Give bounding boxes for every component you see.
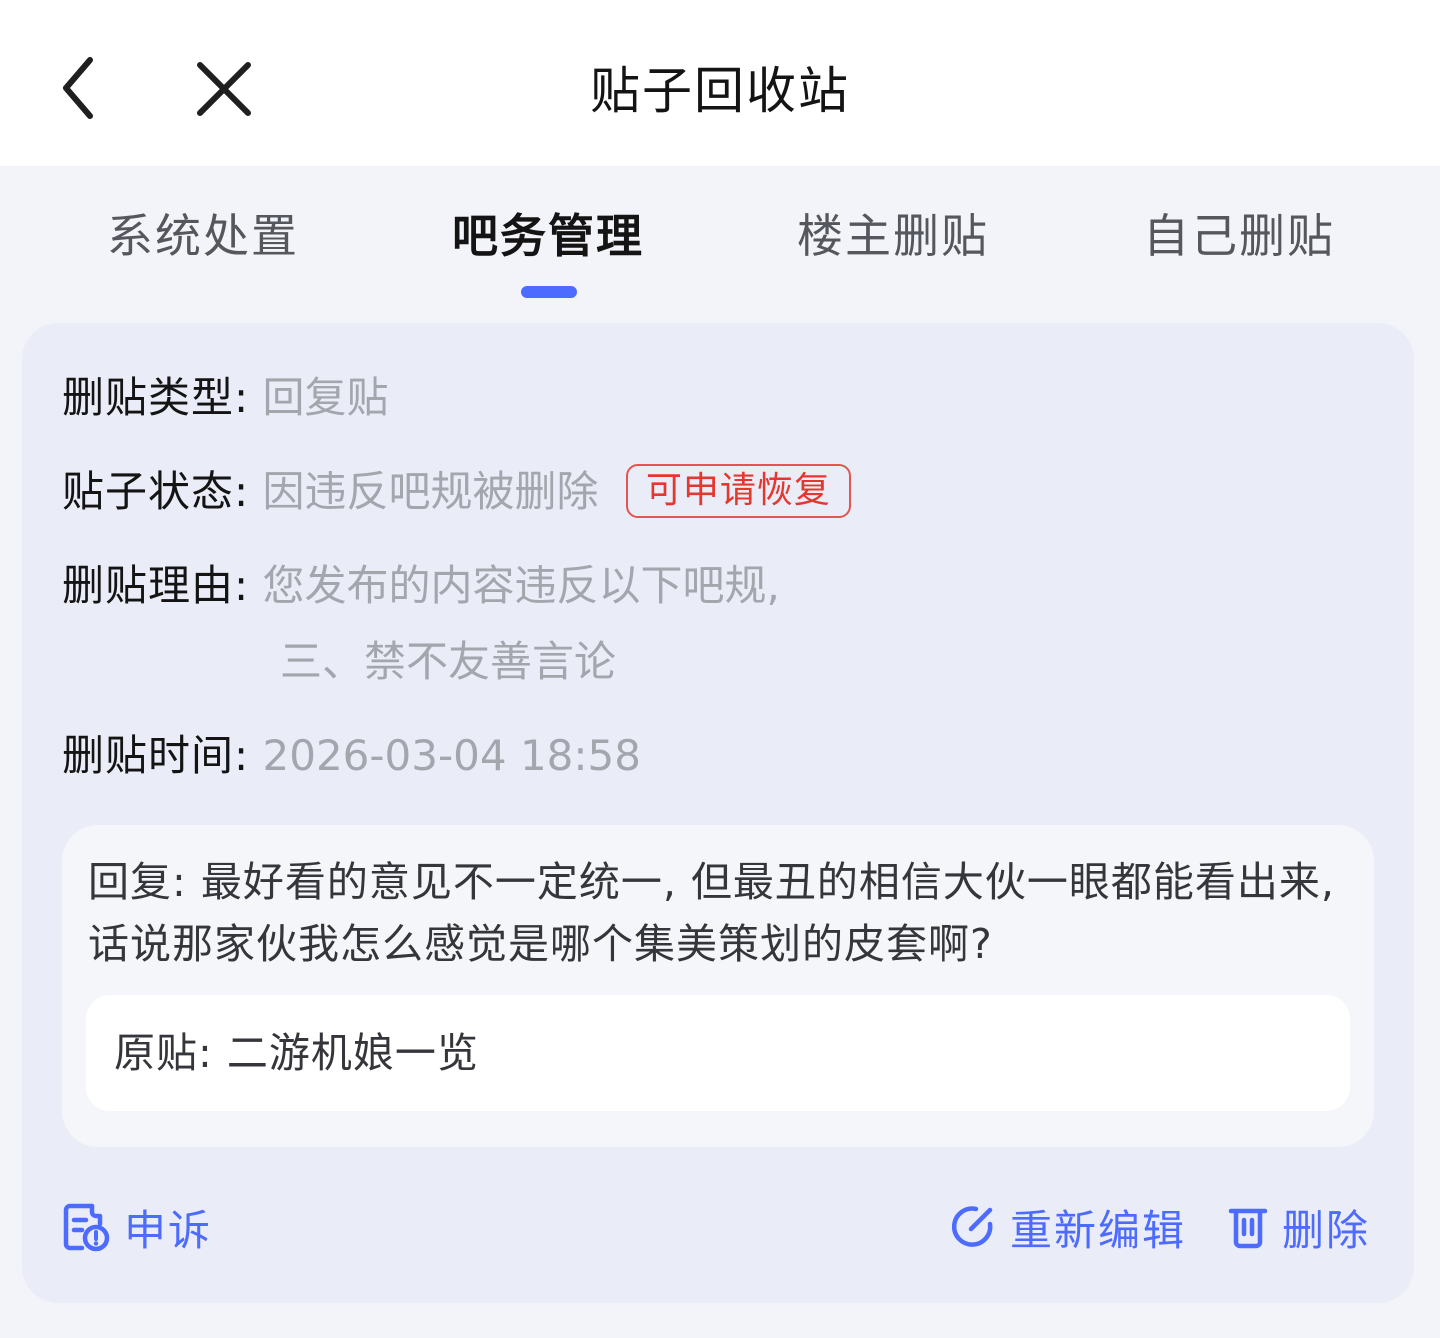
reedit-button[interactable]: 重新编辑 xyxy=(950,1197,1186,1257)
reply-content-box[interactable]: 回复: 最好看的意见不一定统一, 但最丑的相信大伙一眼都能看出来, 话说那家伙我… xyxy=(62,825,1374,1147)
delete-type-label: 删贴类型: xyxy=(62,373,250,422)
active-tab-indicator xyxy=(521,286,577,298)
status-row: 贴子状态: 因违反吧规被删除 可申请恢复 xyxy=(62,464,851,520)
reason-line-1: 您发布的内容违反以下吧规, xyxy=(262,561,780,610)
time-row: 删贴时间: 2026-03-04 18:58 xyxy=(62,728,641,784)
original-post-link[interactable]: 原贴: 二游机娘一览 xyxy=(86,995,1350,1111)
page-title: 贴子回收站 xyxy=(590,62,850,120)
top-bar: 贴子回收站 xyxy=(0,0,1440,166)
status-label: 贴子状态: xyxy=(62,467,250,516)
reply-text: 回复: 最好看的意见不一定统一, 但最丑的相信大伙一眼都能看出来, 话说那家伙我… xyxy=(88,858,1335,968)
delete-type-value: 回复贴 xyxy=(262,373,389,422)
recoverable-badge: 可申请恢复 xyxy=(625,464,851,518)
appeal-label: 申诉 xyxy=(124,1205,213,1255)
delete-type-row: 删贴类型: 回复贴 xyxy=(62,370,389,426)
reason-line-2: 三、禁不友善言论 xyxy=(280,637,617,686)
original-post-title: 原贴: 二游机娘一览 xyxy=(114,1029,479,1077)
reason-label: 删贴理由: xyxy=(62,561,250,610)
reedit-label: 重新编辑 xyxy=(1010,1205,1187,1255)
edit-icon xyxy=(951,1206,993,1247)
time-value: 2026-03-04 18:58 xyxy=(262,731,641,780)
appeal-button[interactable]: 申诉 xyxy=(62,1197,212,1257)
tab-self-deleted[interactable]: 自己删贴 xyxy=(1143,206,1335,266)
time-label: 删贴时间: xyxy=(62,731,250,780)
status-value: 因违反吧规被删除 xyxy=(262,467,599,516)
tab-bar: 系统处置 吧务管理 楼主删贴 自己删贴 xyxy=(0,166,1440,316)
tab-bar-admin[interactable]: 吧务管理 xyxy=(452,206,644,266)
tab-op-deleted[interactable]: 楼主删贴 xyxy=(797,206,989,266)
delete-label: 删除 xyxy=(1282,1205,1371,1255)
trash-icon xyxy=(1228,1208,1268,1249)
delete-button[interactable]: 删除 xyxy=(1228,1197,1370,1257)
deleted-post-card: 删贴类型: 回复贴 贴子状态: 因违反吧规被删除 可申请恢复 删贴理由: 您发布… xyxy=(22,323,1414,1303)
reason-row: 删贴理由: 您发布的内容违反以下吧规, xyxy=(62,558,780,614)
tab-system-handling[interactable]: 系统处置 xyxy=(107,206,299,266)
appeal-doc-icon xyxy=(63,1203,110,1252)
